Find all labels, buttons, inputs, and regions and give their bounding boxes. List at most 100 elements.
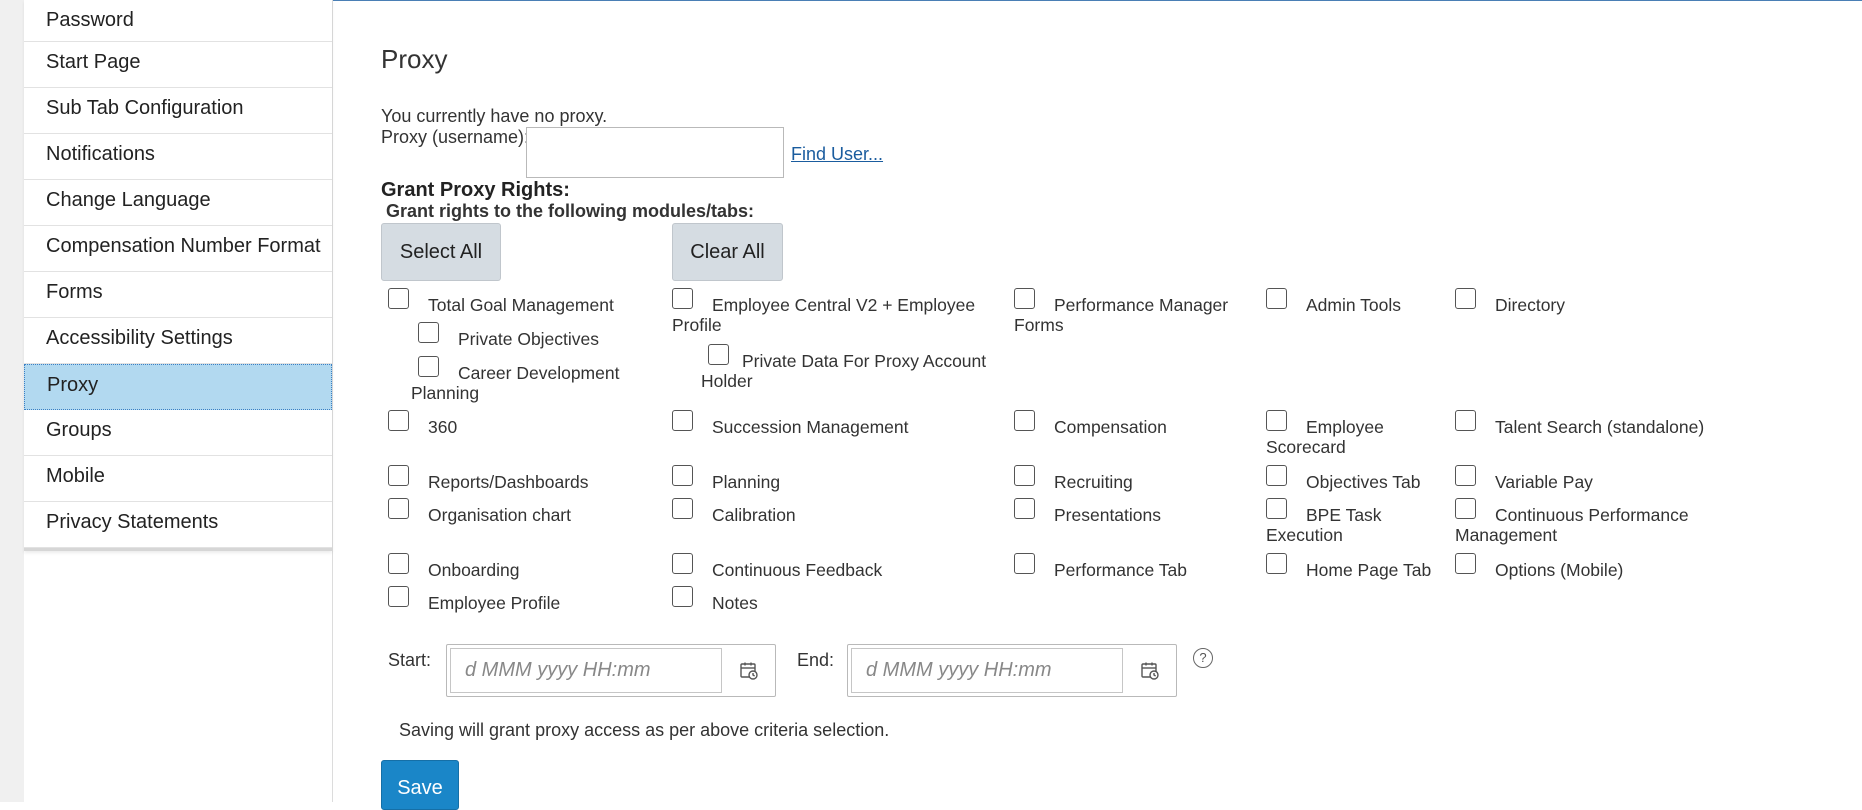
module-checkbox-performance-tab: Performance Tab	[1014, 553, 1254, 580]
checkbox[interactable]	[1455, 498, 1476, 519]
module-checkbox-objectives-tab: Objectives Tab	[1266, 465, 1446, 492]
grant-proxy-rights-heading: Grant Proxy Rights:	[381, 179, 570, 201]
sidebar-item-start-page[interactable]: Start Page	[24, 42, 332, 88]
module-checkbox-total-goal-management: Total Goal Management	[388, 288, 628, 315]
checkbox-label: Employee Scorecard	[1266, 417, 1384, 457]
checkbox-label: Talent Search (standalone)	[1495, 417, 1705, 437]
checkbox-label: Notes	[712, 593, 758, 613]
clear-all-button[interactable]: Clear All	[672, 223, 783, 281]
proxy-panel: Proxy You currently have no proxy. Proxy…	[381, 0, 1841, 810]
calendar-clock-icon[interactable]	[723, 645, 775, 696]
saving-note: Saving will grant proxy access as per ab…	[399, 720, 890, 740]
sidebar-item-accessibility-settings[interactable]: Accessibility Settings	[24, 318, 332, 364]
module-checkbox-reports-dashboards: Reports/Dashboards	[388, 465, 648, 492]
checkbox-label: Planning	[712, 472, 781, 492]
checkbox-label: Calibration	[712, 505, 796, 525]
checkbox[interactable]	[388, 288, 409, 309]
checkbox[interactable]	[418, 356, 439, 377]
checkbox[interactable]	[388, 410, 409, 431]
checkbox[interactable]	[388, 465, 409, 486]
checkbox[interactable]	[1014, 288, 1035, 309]
checkbox[interactable]	[672, 288, 693, 309]
sidebar-item-sub-tab-configuration[interactable]: Sub Tab Configuration	[24, 88, 332, 134]
checkbox-label: Home Page Tab	[1306, 560, 1432, 580]
checkbox[interactable]	[418, 322, 439, 343]
checkbox-label: Recruiting	[1054, 472, 1133, 492]
module-checkbox-presentations: Presentations	[1014, 498, 1254, 525]
sidebar-item-groups[interactable]: Groups	[24, 410, 332, 456]
module-checkbox-compensation: Compensation	[1014, 410, 1254, 437]
module-checkbox-talent-search: Talent Search (standalone)	[1455, 410, 1725, 437]
checkbox-label: Career Development Planning	[411, 363, 620, 403]
checkbox[interactable]	[388, 553, 409, 574]
checkbox[interactable]	[1014, 498, 1035, 519]
checkbox[interactable]	[1266, 498, 1287, 519]
module-checkbox-calibration: Calibration	[672, 498, 1002, 525]
module-checkbox-bpe-task-execution: BPE Task Execution	[1266, 498, 1426, 545]
checkbox-label: Performance Manager Forms	[1014, 295, 1229, 335]
checkbox[interactable]	[672, 586, 693, 607]
module-checkbox-performance-manager-forms: Performance Manager Forms	[1014, 288, 1254, 335]
checkbox-label: Performance Tab	[1054, 560, 1187, 580]
module-checkbox-career-development-planning: Career Development Planning	[411, 356, 641, 403]
checkbox[interactable]	[708, 344, 729, 365]
left-gutter	[0, 0, 24, 802]
module-checkbox-recruiting: Recruiting	[1014, 465, 1254, 492]
module-checkbox-directory: Directory	[1455, 288, 1695, 315]
find-user-link[interactable]: Find User...	[791, 144, 883, 165]
sidebar-item-notifications[interactable]: Notifications	[24, 134, 332, 180]
checkbox[interactable]	[388, 498, 409, 519]
checkbox-label: Total Goal Management	[428, 295, 614, 315]
save-button[interactable]: Save	[381, 760, 459, 810]
checkbox[interactable]	[1266, 410, 1287, 431]
start-date-input[interactable]	[450, 648, 722, 693]
checkbox[interactable]	[1266, 465, 1287, 486]
checkbox-label: Continuous Performance Management	[1455, 505, 1689, 545]
checkbox[interactable]	[1014, 465, 1035, 486]
module-checkbox-private-objectives: Private Objectives	[418, 322, 638, 349]
checkbox-label: Variable Pay	[1495, 472, 1593, 492]
checkbox[interactable]	[672, 498, 693, 519]
checkbox-label: Employee Central V2 + Employee Profile	[672, 295, 976, 335]
checkbox[interactable]	[1455, 553, 1476, 574]
checkbox-label: Employee Profile	[428, 593, 561, 613]
calendar-clock-icon[interactable]	[1124, 645, 1176, 696]
checkbox-label: Private Data For Proxy Account Holder	[701, 351, 987, 391]
module-checkbox-options-mobile: Options (Mobile)	[1455, 553, 1725, 580]
checkbox[interactable]	[1014, 410, 1035, 431]
checkbox[interactable]	[1266, 553, 1287, 574]
checkbox-label: Objectives Tab	[1306, 472, 1421, 492]
grant-rights-subheading: Grant rights to the following modules/ta…	[386, 201, 754, 221]
select-all-button[interactable]: Select All	[381, 223, 501, 281]
checkbox[interactable]	[1455, 288, 1476, 309]
proxy-username-input[interactable]	[526, 127, 784, 178]
sidebar-item-compensation-number-format[interactable]: Compensation Number Format	[24, 226, 332, 272]
checkbox[interactable]	[388, 586, 409, 607]
end-date-input[interactable]	[851, 648, 1123, 693]
sidebar-item-forms[interactable]: Forms	[24, 272, 332, 318]
sidebar-item-privacy-statements[interactable]: Privacy Statements	[24, 502, 332, 548]
checkbox[interactable]	[1455, 465, 1476, 486]
sidebar-item-mobile[interactable]: Mobile	[24, 456, 332, 502]
checkbox-label: Options (Mobile)	[1495, 560, 1624, 580]
module-checkbox-continuous-feedback: Continuous Feedback	[672, 553, 1002, 580]
module-checkbox-employee-scorecard: Employee Scorecard	[1266, 410, 1446, 457]
module-checkbox-organisation-chart: Organisation chart	[388, 498, 648, 525]
checkbox[interactable]	[672, 410, 693, 431]
checkbox[interactable]	[672, 553, 693, 574]
checkbox[interactable]	[1266, 288, 1287, 309]
question-circle-icon[interactable]: ?	[1193, 648, 1213, 668]
checkbox-label: Admin Tools	[1306, 295, 1402, 315]
start-date-picker	[446, 644, 776, 697]
checkbox-label: 360	[428, 417, 458, 437]
checkbox[interactable]	[672, 465, 693, 486]
sidebar-item-password[interactable]: Password	[24, 0, 332, 42]
sidebar-item-change-language[interactable]: Change Language	[24, 180, 332, 226]
module-checkbox-private-data-for-proxy: Private Data For Proxy Account Holder	[701, 344, 1011, 391]
checkbox-label: Continuous Feedback	[712, 560, 883, 580]
checkbox[interactable]	[1455, 410, 1476, 431]
checkbox-label: Presentations	[1054, 505, 1162, 525]
module-checkbox-admin-tools: Admin Tools	[1266, 288, 1446, 315]
sidebar-item-proxy[interactable]: Proxy	[24, 364, 332, 410]
checkbox[interactable]	[1014, 553, 1035, 574]
